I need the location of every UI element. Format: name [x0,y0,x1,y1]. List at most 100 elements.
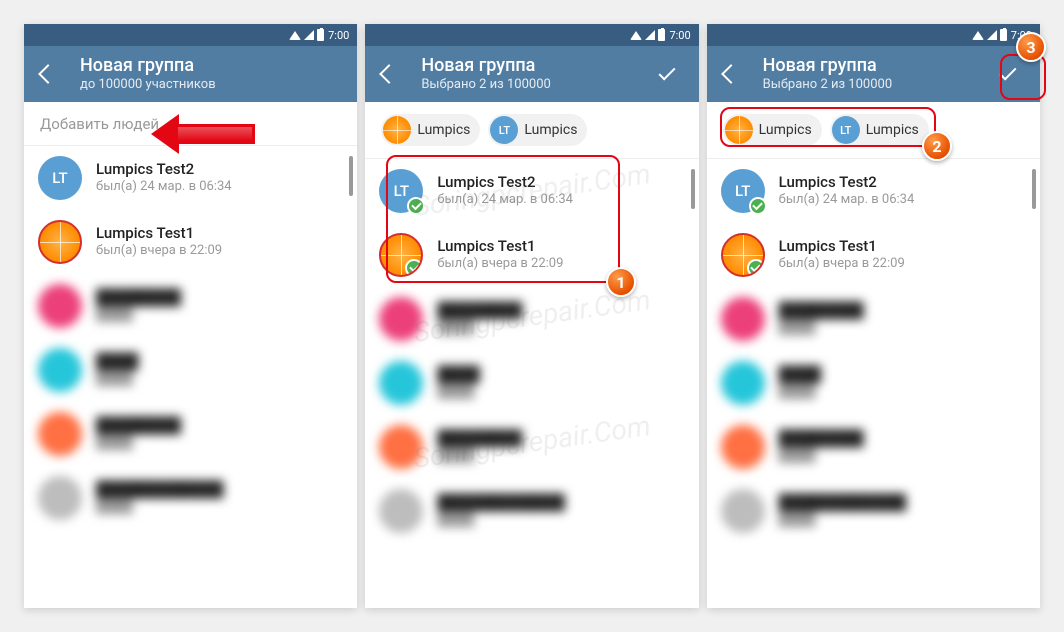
contact-item[interactable]: Lumpics Test1 был(а) вчера в 22:09 [707,223,1040,287]
contact-status: был(а) 24 мар. в 06:34 [96,179,343,196]
contact-item[interactable]: ████████████ [24,402,357,466]
scroll-indicator[interactable] [691,169,695,209]
avatar [38,476,82,520]
contact-name: Lumpics Test2 [96,160,343,180]
avatar: LT [38,156,82,200]
selected-chip[interactable]: LT Lumpics [830,114,929,146]
contact-item[interactable]: ████████████████ [24,466,357,530]
app-bar: Новая группа Выбрано 2 из 100000 [707,46,1040,102]
avatar [38,412,82,456]
scroll-indicator[interactable] [349,156,353,196]
status-bar: 7:00 [365,24,698,46]
battery-icon [317,29,324,41]
contact-name: Lumpics Test2 [779,173,1026,193]
avatar [721,361,765,405]
check-icon [999,64,1016,81]
scroll-indicator[interactable] [1032,169,1036,209]
back-arrow-icon [38,64,58,84]
page-title: Новая группа [763,55,988,77]
wifi-icon [289,31,301,40]
contact-item[interactable]: ████████████████ [365,479,698,543]
contact-item[interactable]: ████████████ [365,287,698,351]
page-subtitle: до 100000 участников [80,77,345,93]
contacts-list[interactable]: LT Lumpics Test2 был(а) 24 мар. в 06:34 … [365,159,698,608]
avatar [38,220,82,264]
contact-status: был(а) вчера в 22:09 [96,243,343,260]
back-arrow-icon [721,64,741,84]
contact-item[interactable]: LT Lumpics Test2 был(а) 24 мар. в 06:34 [707,159,1040,223]
contact-item[interactable]: LT Lumpics Test2 был(а) 24 мар. в 06:34 [24,146,357,210]
status-time: 7:00 [669,29,690,42]
check-icon [658,64,675,81]
contact-name: Lumpics Test1 [779,237,1026,257]
avatar [38,284,82,328]
status-bar: 7:00 [24,24,357,46]
wifi-icon [630,31,642,40]
avatar [379,425,423,469]
contact-item[interactable]: ████████ [24,338,357,402]
avatar [721,425,765,469]
chip-label: Lumpics [759,122,812,138]
contact-item[interactable]: Lumpics Test1 был(а) вчера в 22:09 [24,210,357,274]
search-area: Lumpics LT Lumpics [365,102,698,159]
contact-status: был(а) вчера в 22:09 [437,256,684,273]
avatar [379,489,423,533]
contact-item[interactable]: LT Lumpics Test2 был(а) 24 мар. в 06:34 [365,159,698,223]
contact-name: Lumpics Test2 [437,173,684,193]
back-button[interactable] [719,62,743,86]
phone-screen-2: 7:00 Новая группа Выбрано 2 из 100000 Lu… [365,24,698,608]
contact-status: был(а) 24 мар. в 06:34 [779,192,1026,209]
avatar [379,361,423,405]
contact-item[interactable]: ████████████ [707,287,1040,351]
avatar [38,348,82,392]
selected-check-icon [747,259,765,277]
app-bar: Новая группа до 100000 участников [24,46,357,102]
avatar [721,297,765,341]
back-button[interactable] [377,62,401,86]
step-badge-2: 2 [922,131,952,161]
add-people-input[interactable] [40,115,341,133]
search-area [24,102,357,146]
phone-screen-1: 7:00 Новая группа до 100000 участников L… [24,24,357,608]
avatar: LT [721,169,765,213]
phone-screen-3: 7:00 Новая группа Выбрано 2 из 100000 Lu… [707,24,1040,608]
confirm-button[interactable] [988,54,1028,94]
contact-item[interactable]: ████████████████ [707,479,1040,543]
page-title: Новая группа [421,55,646,77]
contact-item[interactable]: ████████ [365,351,698,415]
selected-chip[interactable]: LT Lumpics [488,114,587,146]
search-area: Lumpics LT Lumpics [707,102,1040,159]
confirm-button[interactable] [647,54,687,94]
selected-check-icon [749,197,767,215]
page-subtitle: Выбрано 2 из 100000 [763,77,988,93]
back-button[interactable] [36,62,60,86]
contact-status: был(а) 24 мар. в 06:34 [437,192,684,209]
app-bar: Новая группа Выбрано 2 из 100000 [365,46,698,102]
page-title: Новая группа [80,55,345,77]
contact-item[interactable]: Lumpics Test1 был(а) вчера в 22:09 [365,223,698,287]
chip-avatar [383,116,411,144]
avatar: LT [379,169,423,213]
contact-name: Lumpics Test1 [437,237,684,257]
selected-chip[interactable]: Lumpics [381,114,480,146]
step-badge-1: 1 [606,267,636,297]
page-subtitle: Выбрано 2 из 100000 [421,77,646,93]
signal-icon [304,30,314,40]
contact-item[interactable]: ████████████ [707,415,1040,479]
contact-item[interactable]: ████████████ [24,274,357,338]
chip-avatar [725,116,753,144]
chip-avatar: LT [832,116,860,144]
contact-item[interactable]: ████████ [707,351,1040,415]
avatar [721,489,765,533]
battery-icon [658,29,665,41]
back-arrow-icon [379,64,399,84]
chip-avatar: LT [490,116,518,144]
contacts-list[interactable]: LT Lumpics Test2 был(а) 24 мар. в 06:34 … [24,146,357,608]
signal-icon [645,30,655,40]
contacts-list[interactable]: LT Lumpics Test2 был(а) 24 мар. в 06:34 … [707,159,1040,608]
avatar [379,233,423,277]
contact-item[interactable]: ████████████ [365,415,698,479]
chip-label: Lumpics [417,122,470,138]
selected-chip[interactable]: Lumpics [723,114,822,146]
selected-check-icon [407,197,425,215]
